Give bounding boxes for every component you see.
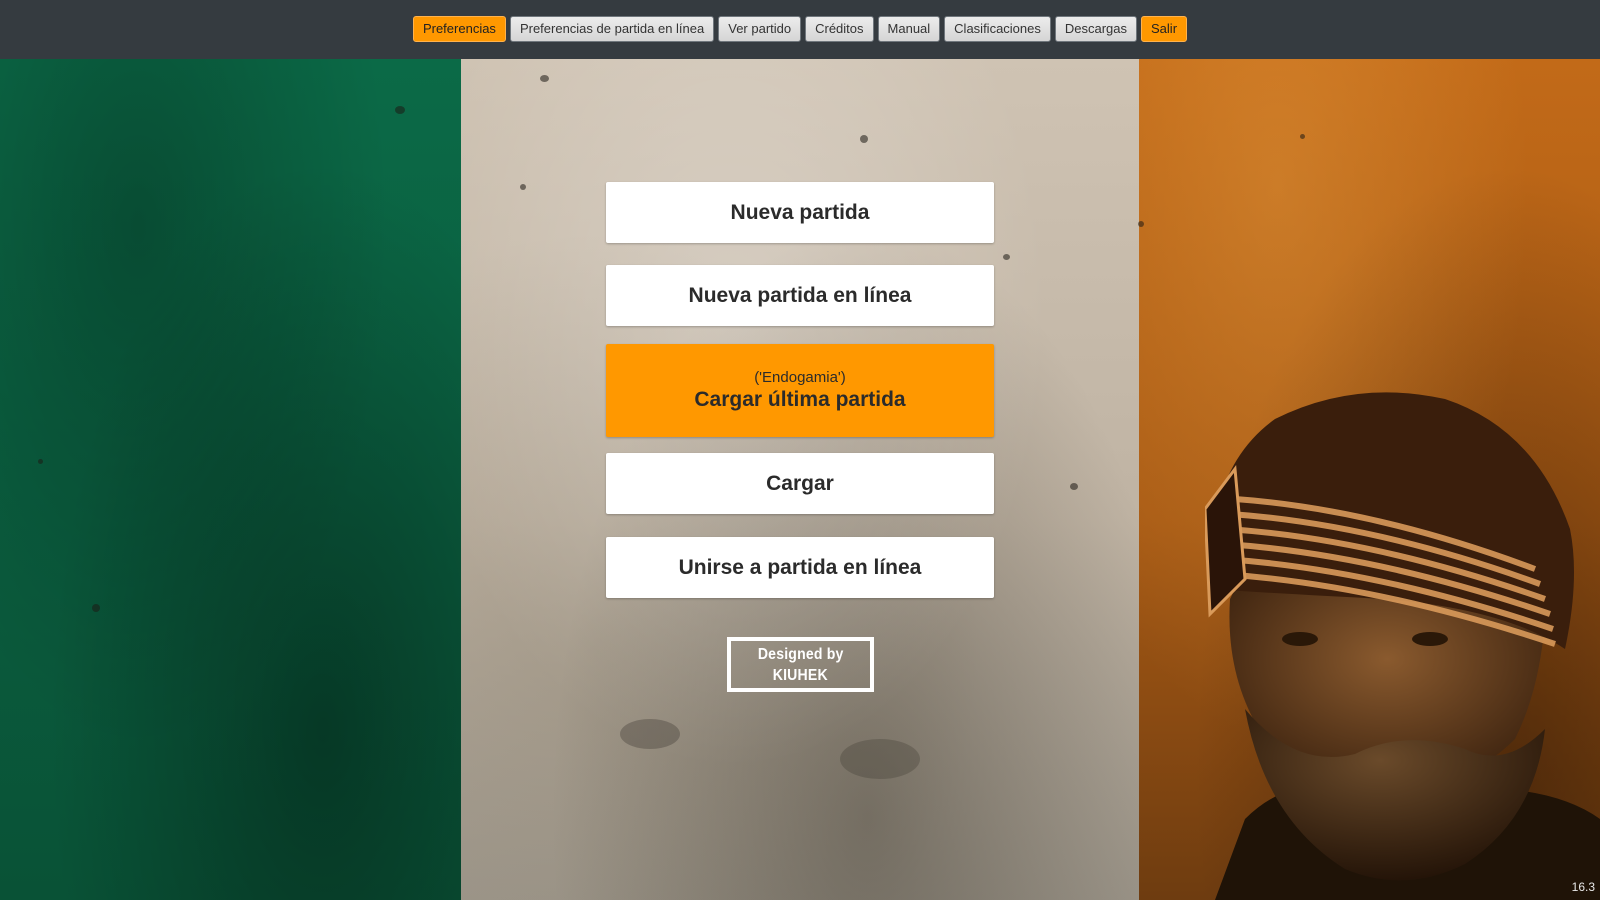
nav-watch-match-button[interactable]: Ver partido: [718, 16, 802, 42]
wall-speck: [860, 135, 868, 143]
nav-downloads-button[interactable]: Descargas: [1054, 16, 1138, 42]
bearded-man-portrait-image: [1205, 392, 1600, 900]
wall-speck: [38, 459, 43, 464]
last-game-name: ('Endogamia'): [754, 369, 846, 386]
wall-speck: [1300, 134, 1305, 139]
top-navigation-bar: Preferencias Preferencias de partida en …: [0, 0, 1600, 59]
wall-stain: [840, 739, 920, 779]
wall-speck: [1003, 254, 1010, 260]
main-menu: Nueva partida Nueva partida en línea ('E…: [606, 182, 994, 598]
join-online-game-button[interactable]: Unirse a partida en línea: [606, 537, 994, 598]
wall-speck: [92, 604, 100, 612]
wall-speck: [1138, 221, 1144, 227]
wall-speck: [520, 184, 526, 190]
nav-exit-button[interactable]: Salir: [1141, 16, 1188, 42]
load-game-button[interactable]: Cargar: [606, 453, 994, 514]
badge-line-1: Designed by: [757, 645, 844, 663]
nav-manual-button[interactable]: Manual: [877, 16, 941, 42]
nav-preferences-button[interactable]: Preferencias: [412, 16, 506, 42]
version-label: 16.3: [1571, 880, 1595, 894]
wall-speck: [1070, 483, 1078, 490]
load-last-game-label: Cargar última partida: [694, 388, 906, 411]
flag-green-stripe: [0, 59, 461, 900]
wall-speck: [540, 75, 549, 82]
load-last-game-button[interactable]: ('Endogamia') Cargar última partida: [606, 344, 994, 437]
badge-line-2: KIUHEK: [772, 666, 829, 684]
nav-credits-button[interactable]: Créditos: [805, 16, 874, 42]
wall-speck: [395, 106, 405, 114]
nav-rankings-button[interactable]: Clasificaciones: [944, 16, 1051, 42]
designed-by-badge: Designed by KIUHEK: [727, 637, 874, 692]
nav-online-preferences-button[interactable]: Preferencias de partida en línea: [509, 16, 715, 42]
wall-stain: [620, 719, 680, 749]
new-game-button[interactable]: Nueva partida: [606, 182, 994, 243]
new-online-game-button[interactable]: Nueva partida en línea: [606, 265, 994, 326]
